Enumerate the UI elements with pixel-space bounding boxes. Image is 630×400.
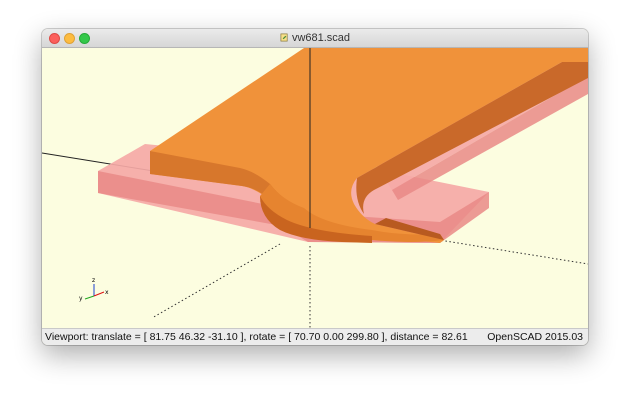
window-title-area: vw681.scad [42,29,588,47]
axis-label-y: y [79,295,83,302]
negative-x-axis [151,243,281,319]
app-version: OpenSCAD 2015.03 [487,331,583,343]
app-window: vw681.scad z y x Viewport: translate = [… [42,29,588,345]
viewport-status-text: Viewport: translate = [ 81.75 46.32 -31.… [45,331,468,343]
window-title: vw681.scad [291,32,351,44]
model-render[interactable]: z y x [42,48,588,328]
scad-document-icon [280,33,288,42]
axis-indicator: z y x [79,277,109,302]
axis-indicator-y [84,295,95,300]
axis-indicator-x [93,291,105,297]
axis-label-z: z [92,277,95,284]
3d-viewport[interactable]: z y x [42,48,588,328]
title-bar[interactable]: vw681.scad [42,29,588,48]
axis-label-x: x [105,289,109,296]
status-bar: Viewport: translate = [ 81.75 46.32 -31.… [42,328,588,345]
